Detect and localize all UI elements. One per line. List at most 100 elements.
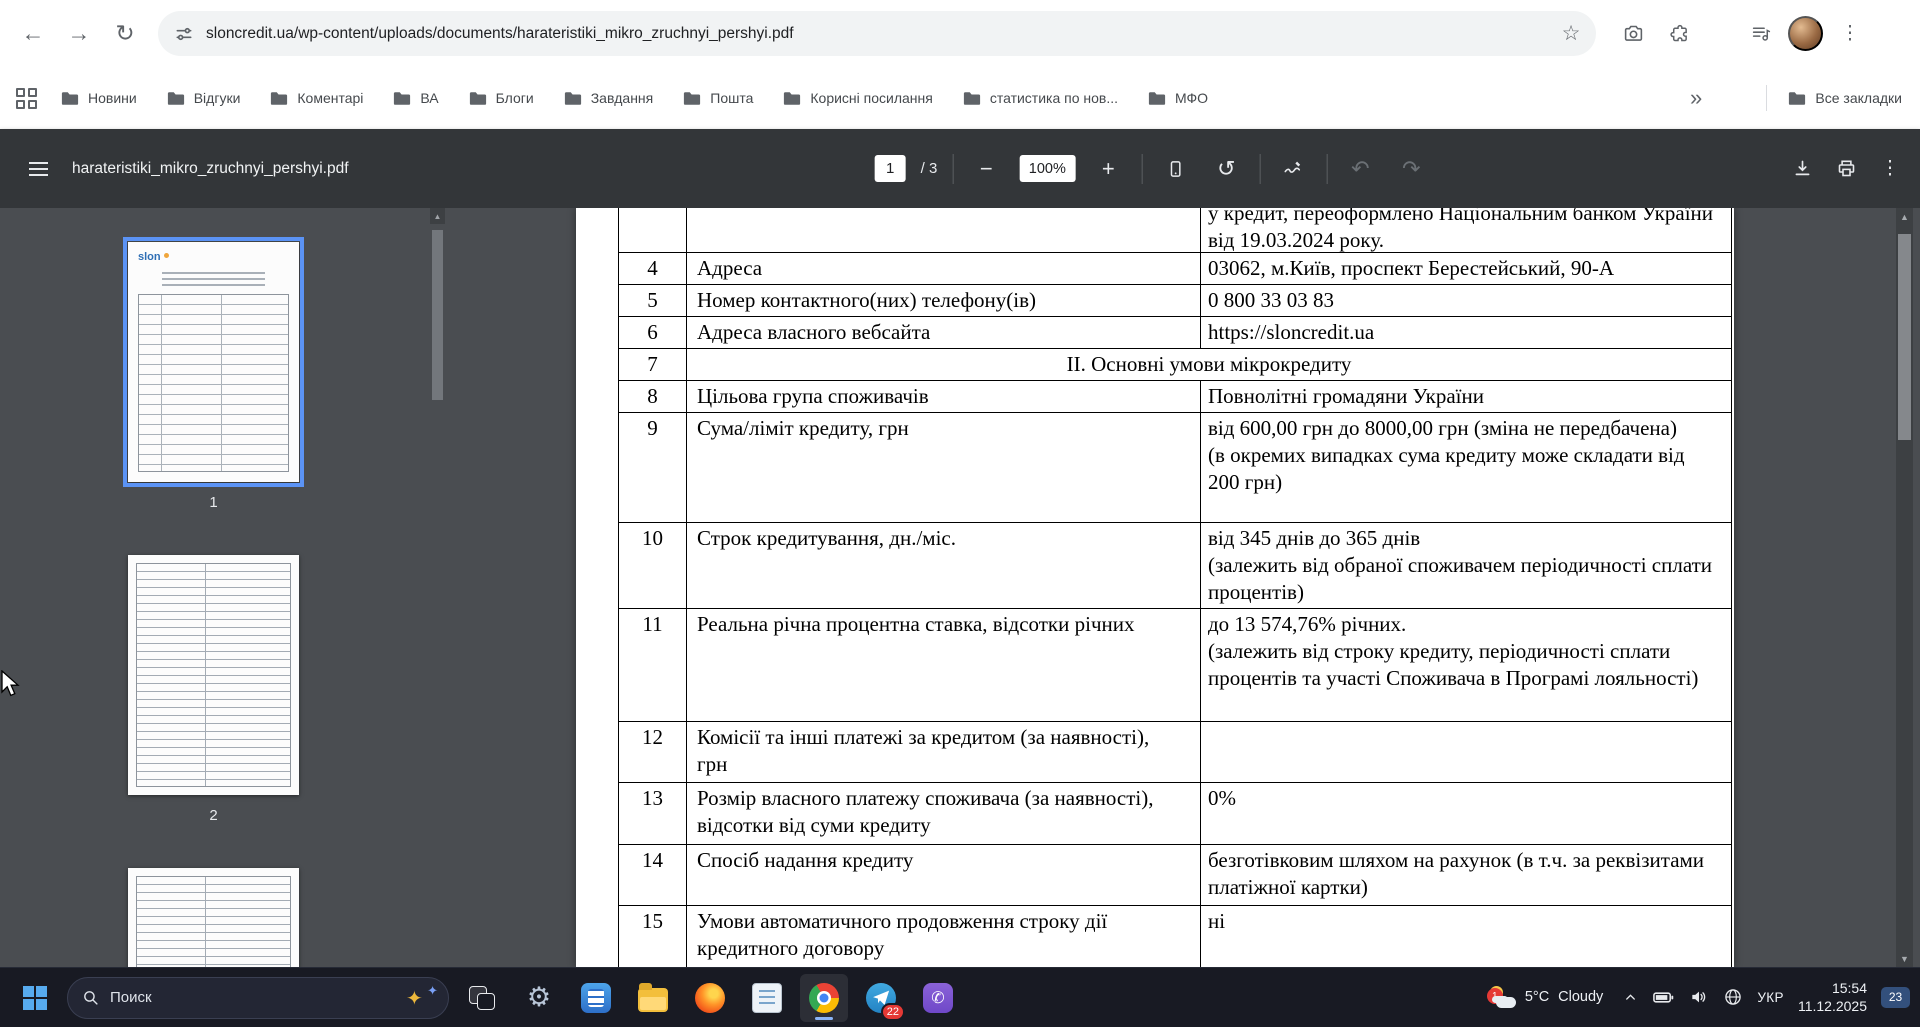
undo-icon[interactable]: ↶	[1342, 151, 1378, 187]
bookmarks-overflow-icon[interactable]: »	[1690, 85, 1702, 111]
volume-icon[interactable]	[1689, 987, 1709, 1007]
language-indicator[interactable]: УКР	[1757, 990, 1784, 1005]
bookmark-folder-Пошта[interactable]: Пошта	[673, 83, 763, 113]
main-scrollbar[interactable]: ▲ ▼	[1896, 208, 1913, 967]
bookmark-folder-Коментарі[interactable]: Коментарі	[260, 83, 373, 113]
page-number-input[interactable]: 1	[874, 155, 906, 182]
thumbnail-table-preview	[138, 294, 289, 472]
site-info-icon[interactable]	[174, 24, 194, 44]
bookmark-folder-label: Завдання	[590, 90, 654, 106]
zoom-out-icon[interactable]: −	[968, 151, 1004, 187]
weather-cloud-icon: 1	[1486, 986, 1516, 1008]
chrome-taskbar-button[interactable]	[800, 973, 848, 1022]
table-row-8: 8 Цільова група споживачів Повнолітні гром…	[619, 381, 1731, 413]
bookmark-folder-МФО[interactable]: МФО	[1138, 83, 1218, 113]
sidebar-scrollbar[interactable]: ▲	[430, 208, 445, 967]
bookmark-folder-статистика по нов...[interactable]: статистика по нов...	[953, 83, 1128, 113]
bookmark-folder-label: Коментарі	[297, 90, 364, 106]
scroll-down-icon[interactable]: ▼	[1896, 950, 1913, 967]
thumbnail-page-number: 2	[209, 807, 218, 824]
row-value	[1201, 722, 1731, 782]
extensions-puzzle-icon[interactable]	[1660, 15, 1698, 53]
page-thumbnail-1[interactable]: slon 1	[123, 237, 304, 511]
sidebar-scrollbar-thumb[interactable]	[432, 230, 443, 400]
back-button[interactable]: ←	[12, 13, 54, 55]
pdf-menu-icon[interactable]	[16, 147, 60, 191]
row-label: Реальна річна процентна ставка, відсотки…	[687, 609, 1201, 721]
print-icon[interactable]	[1828, 151, 1864, 187]
notification-count-badge[interactable]: 23	[1881, 986, 1910, 1008]
settings-taskbar-button[interactable]: ⚙	[515, 974, 563, 1022]
network-globe-icon[interactable]	[1723, 987, 1743, 1007]
fit-page-icon[interactable]	[1157, 151, 1193, 187]
explorer-icon	[638, 982, 668, 1012]
viber-taskbar-button[interactable]: ✆	[914, 974, 962, 1022]
folder-icon	[167, 91, 185, 106]
firefox-taskbar-button[interactable]	[686, 974, 734, 1022]
weather-widget[interactable]: 1 5°C Cloudy	[1483, 975, 1609, 1019]
redo-icon[interactable]: ↷	[1393, 151, 1429, 187]
bookmark-folder-Новини[interactable]: Новини	[51, 83, 147, 113]
taskbar-search[interactable]: Поиск ✦ ✦	[67, 976, 449, 1019]
bookmark-star-icon[interactable]: ☆	[1552, 15, 1590, 53]
camera-lens-icon[interactable]	[1614, 15, 1652, 53]
clock[interactable]: 15:54 11.12.2025	[1798, 979, 1867, 1015]
omnibox[interactable]: sloncredit.ua/wp-content/uploads/documen…	[158, 11, 1596, 56]
row-label: Номер контактного(них) телефону(ів)	[687, 285, 1201, 316]
calculator-taskbar-button[interactable]	[572, 974, 620, 1022]
row-number: 10	[619, 523, 687, 608]
bookmark-folder-Блоги[interactable]: Блоги	[459, 83, 544, 113]
profile-avatar[interactable]	[1788, 16, 1823, 51]
bookmark-folder-Завдання[interactable]: Завдання	[554, 83, 664, 113]
notepad-taskbar-button[interactable]	[743, 974, 791, 1022]
task-view-icon[interactable]	[458, 974, 506, 1022]
row-value: 0 800 33 03 83	[1208, 288, 1334, 312]
bookmark-folder-ВА[interactable]: ВА	[383, 83, 448, 113]
annotate-pen-icon[interactable]	[1275, 151, 1311, 187]
sidebar-scroll-up-icon[interactable]: ▲	[430, 208, 445, 224]
row-label: Розмір власного платежу споживача (за на…	[687, 783, 1201, 844]
thumbnail-page-preview: slon	[123, 237, 304, 487]
row-label: Спосіб надання кредиту	[687, 845, 1201, 905]
bookmark-folder-Відгуки[interactable]: Відгуки	[157, 83, 251, 113]
url-text[interactable]: sloncredit.ua/wp-content/uploads/documen…	[206, 25, 1540, 43]
explorer-taskbar-button[interactable]	[629, 974, 677, 1022]
row-value: 03062, м.Київ, проспект Берестейський, 9…	[1208, 256, 1615, 280]
chrome-icon	[809, 982, 839, 1013]
page-thumbnail-2[interactable]: 2	[128, 555, 299, 824]
reload-button[interactable]: ↻	[104, 13, 146, 55]
apps-grid-icon[interactable]	[16, 87, 37, 109]
bookmark-folder-Корисні посилання[interactable]: Корисні посилання	[773, 83, 942, 113]
thumbnail-table-preview	[136, 876, 291, 967]
zoom-level-input[interactable]: 100%	[1019, 155, 1076, 182]
page-thumbnail-3[interactable]: 3	[128, 868, 299, 967]
clock-date: 11.12.2025	[1797, 998, 1867, 1014]
media-controls-icon[interactable]	[1742, 15, 1780, 53]
download-icon[interactable]	[1784, 151, 1820, 187]
telegram-taskbar-button[interactable]: 22	[857, 974, 905, 1022]
table-row-4: 4 Адреса 03062, м.Київ, проспект Берестейс…	[619, 253, 1731, 285]
pdf-controls: 1 / 3 − 100% + ↺ ↶ ↷	[874, 151, 1430, 187]
row-value: у кредит, переоформлено Національним бан…	[1208, 208, 1714, 252]
forward-button[interactable]: →	[58, 13, 100, 55]
zoom-in-icon[interactable]: +	[1090, 151, 1126, 187]
battery-icon[interactable]	[1652, 986, 1675, 1009]
folder-icon	[564, 91, 582, 106]
all-bookmarks-button[interactable]: Все закладки	[1766, 85, 1902, 111]
pdf-more-icon[interactable]: ⋮	[1872, 151, 1908, 187]
scrollbar-thumb[interactable]	[1898, 234, 1911, 440]
scroll-up-icon[interactable]: ▲	[1896, 208, 1913, 225]
weather-temperature: 5°C	[1524, 989, 1550, 1005]
copilot-sparkle-icon: ✦ ✦	[406, 982, 438, 1010]
browser-menu-icon[interactable]: ⋮	[1831, 15, 1869, 53]
hidden-icons-chevron-icon[interactable]	[1623, 990, 1638, 1005]
search-icon	[82, 989, 99, 1006]
viber-icon: ✆	[923, 982, 953, 1013]
row-number: 9	[619, 413, 687, 522]
toolbar-divider	[1326, 153, 1328, 184]
pdf-toolbar: harateristiki_mikro_zruchnyi_pershyi.pdf…	[0, 129, 1920, 208]
rotate-icon[interactable]: ↺	[1208, 151, 1244, 187]
row-value: до 13 574,76% річних. (залежить від стро…	[1208, 612, 1699, 690]
start-button[interactable]	[12, 975, 58, 1021]
bookmarks-bar: Новини Відгуки Коментарі ВА Блоги Завдан…	[0, 67, 1920, 129]
